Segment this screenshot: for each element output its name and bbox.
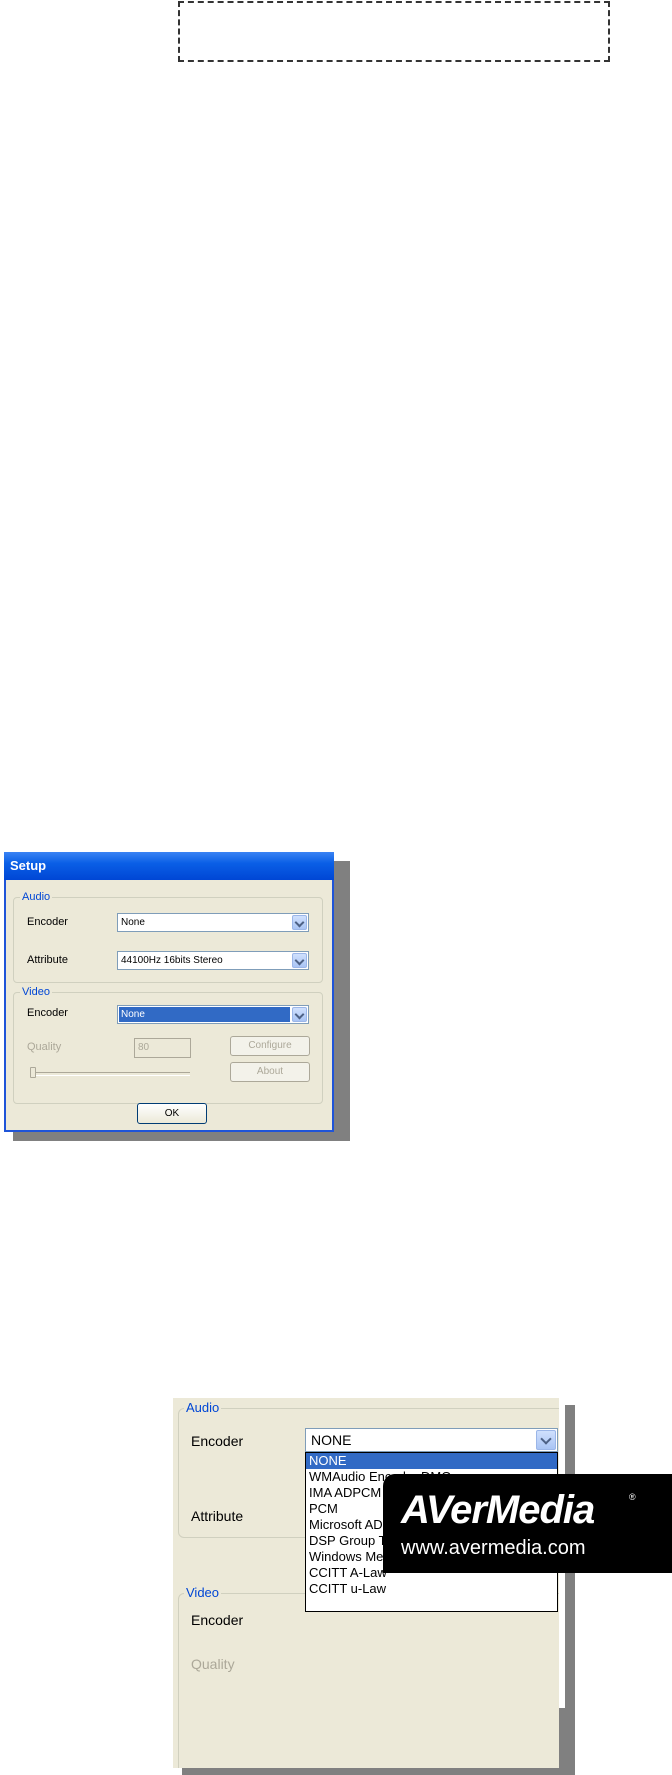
setup-dialog: Setup Audio Encoder None Attribute 44100…	[4, 852, 334, 1132]
about-button[interactable]: About	[230, 1062, 310, 1082]
audio-group-label: Audio	[20, 890, 53, 904]
logo-url-text: www.avermedia.com	[401, 1537, 586, 1559]
avermedia-logo: AVerMedia ® www.avermedia.com	[383, 1474, 672, 1573]
dialog-title[interactable]: Setup	[4, 852, 334, 880]
logo-brand-text: AVerMedia	[401, 1488, 595, 1532]
quality-label: Quality	[27, 1041, 62, 1053]
ok-button[interactable]: OK	[137, 1103, 207, 1124]
audio-attribute-select[interactable]: 44100Hz 16bits Stereo	[117, 951, 309, 970]
registered-mark: ®	[629, 1492, 636, 1502]
zoom-shadow-side	[565, 1405, 575, 1775]
quality-slider-track[interactable]	[30, 1072, 190, 1076]
chevron-down-icon[interactable]	[536, 1430, 556, 1450]
audio-encoder-label: Encoder	[27, 916, 68, 928]
zoom-audio-label: Audio	[184, 1399, 222, 1417]
audio-attribute-label: Attribute	[27, 954, 68, 966]
zoom-quality-label: Quality	[191, 1656, 235, 1672]
video-group-label: Video	[20, 985, 52, 999]
video-encoder-select[interactable]: None	[117, 1005, 309, 1024]
audio-encoder-value: None	[121, 917, 145, 928]
chevron-down-icon[interactable]	[292, 953, 307, 968]
video-group: Video Encoder None Quality 80 Configure …	[13, 985, 323, 1104]
video-encoder-label: Encoder	[27, 1007, 68, 1019]
encoder-option[interactable]: NONE	[306, 1453, 557, 1469]
audio-group: Audio Encoder None Attribute 44100Hz 16b…	[13, 890, 323, 983]
zoom-encoder-value: NONE	[311, 1432, 352, 1448]
zoom-encoder-select[interactable]: NONE	[305, 1428, 558, 1452]
video-encoder-value: None	[119, 1007, 290, 1022]
quality-slider-thumb[interactable]	[30, 1067, 36, 1078]
zoom-encoder-label: Encoder	[191, 1433, 244, 1449]
encoder-option[interactable]: CCITT u-Law	[306, 1581, 557, 1597]
audio-attribute-value: 44100Hz 16bits Stereo	[121, 955, 223, 966]
audio-encoder-select[interactable]: None	[117, 913, 309, 932]
zoom-video-label: Video	[184, 1584, 222, 1602]
quality-input[interactable]: 80	[134, 1038, 191, 1058]
configure-button[interactable]: Configure	[230, 1036, 310, 1056]
chevron-down-icon[interactable]	[292, 915, 307, 930]
zoom-video-encoder-label: Encoder	[191, 1612, 244, 1628]
zoom-attribute-label: Attribute	[191, 1508, 244, 1524]
note-box	[178, 1, 610, 62]
chevron-down-icon[interactable]	[292, 1007, 307, 1022]
